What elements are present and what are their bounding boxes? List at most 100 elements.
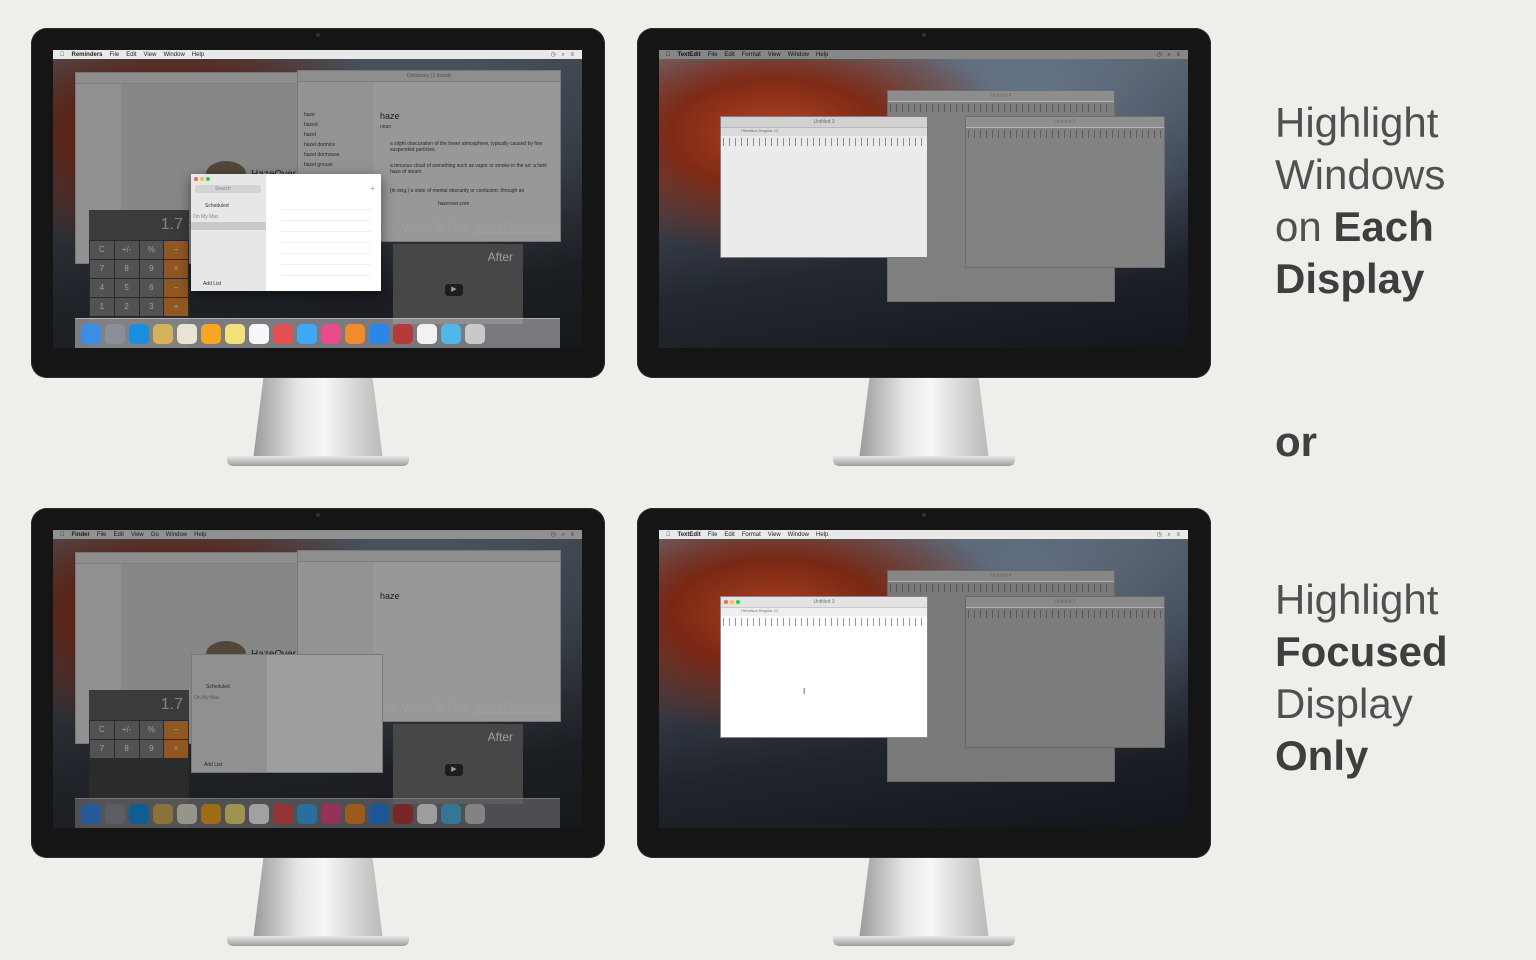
monitor-stand <box>253 378 383 460</box>
add-reminder-icon[interactable]: + <box>370 184 375 193</box>
monitor-bezel:  Finder File Edit View Go Window Help ◷… <box>31 508 605 858</box>
zoom-button[interactable] <box>206 177 210 181</box>
status-icons[interactable]: ◷ ⌕ ≡ <box>1157 531 1182 539</box>
close-button[interactable] <box>724 600 728 604</box>
status-icons[interactable]: ◷ ⌕ ≡ <box>551 51 576 59</box>
monitor-bezel:  TextEdit File Edit Format View Window … <box>637 28 1211 378</box>
menu-format[interactable]: Format <box>742 532 761 538</box>
caption-line: on Each <box>1275 201 1445 253</box>
menu-bar:  TextEdit File Edit Format View Window … <box>659 530 1188 539</box>
apple-menu-icon[interactable]:  <box>60 52 65 58</box>
menu-app-name[interactable]: Reminders <box>72 52 103 58</box>
camera-icon <box>316 513 320 517</box>
window-controls[interactable] <box>724 600 740 604</box>
close-button[interactable] <box>194 177 198 181</box>
monitor-stand <box>859 858 989 940</box>
search-input[interactable]: Search <box>195 185 261 193</box>
camera-icon <box>922 33 926 37</box>
monitor-foot <box>227 936 409 946</box>
caption-text: on <box>1275 203 1334 250</box>
list-selected[interactable] <box>191 222 266 230</box>
trash-icon[interactable] <box>465 323 485 344</box>
monitor-foot <box>833 456 1015 466</box>
format-bar[interactable]: Helvetica Regular 12 <box>721 608 927 616</box>
photos-icon[interactable] <box>201 323 221 344</box>
camera-icon <box>922 513 926 517</box>
notes-icon[interactable] <box>225 323 245 344</box>
minimize-button[interactable] <box>200 177 204 181</box>
menu-file[interactable]: File <box>110 52 120 58</box>
monitor-stand <box>859 378 989 460</box>
caption-or: or <box>1275 418 1317 465</box>
caption-line: Focused <box>1275 626 1448 678</box>
search-placeholder: Search <box>215 186 231 192</box>
dictionary-icon[interactable] <box>393 323 413 344</box>
monitor-foot <box>227 456 409 466</box>
screen:  Reminders File Edit View Window Help ◷… <box>53 50 582 348</box>
size-select[interactable]: 12 <box>774 608 778 613</box>
menu-bar:  Reminders File Edit View Window Help ◷… <box>53 50 582 59</box>
finder-icon[interactable] <box>81 323 101 344</box>
dock-haze <box>75 798 560 828</box>
menu-help[interactable]: Help <box>192 52 204 58</box>
caption-line: Display <box>1275 253 1445 305</box>
zoom-button[interactable] <box>736 600 740 604</box>
menu-help[interactable]: Help <box>816 532 828 538</box>
ibooks-icon[interactable] <box>345 323 365 344</box>
reminders-window[interactable]: Search Scheduled On My Mac Add List + <box>191 174 381 291</box>
mail-icon[interactable] <box>153 323 173 344</box>
itunes-icon[interactable] <box>321 323 341 344</box>
caption-line: Highlight <box>1275 99 1439 146</box>
monitor-stand <box>253 858 383 940</box>
font-select[interactable]: Helvetica <box>741 608 757 613</box>
reminders-section: On My Mac <box>193 214 219 220</box>
apple-menu-icon[interactable]:  <box>666 532 671 538</box>
add-list-button[interactable]: Add List <box>203 281 221 287</box>
reminders-scheduled[interactable]: Scheduled <box>205 203 229 209</box>
contacts-icon[interactable] <box>177 323 197 344</box>
haze-overlay <box>659 59 1188 348</box>
menu-edit[interactable]: Edit <box>126 52 136 58</box>
monitor-bezel:  Reminders File Edit View Window Help ◷… <box>31 28 605 378</box>
menu-view[interactable]: View <box>768 532 781 538</box>
menu-file[interactable]: File <box>708 532 718 538</box>
caption-bold: Each <box>1333 203 1434 250</box>
camera-icon <box>316 33 320 37</box>
menu-view[interactable]: View <box>144 52 157 58</box>
reminders-icon[interactable] <box>249 323 269 344</box>
minimize-button[interactable] <box>730 600 734 604</box>
window-controls[interactable] <box>194 177 210 181</box>
messages-icon[interactable] <box>297 323 317 344</box>
screen:  TextEdit File Edit Format View Window … <box>659 50 1188 348</box>
caption-line: Only <box>1275 730 1448 782</box>
caption-bold: Display <box>1275 255 1425 302</box>
menu-edit[interactable]: Edit <box>724 532 734 538</box>
text-cursor-icon: I <box>803 687 806 696</box>
app-store-icon[interactable] <box>369 323 389 344</box>
caption-line: Display <box>1275 680 1413 727</box>
caption-bold: Focused <box>1275 628 1448 675</box>
menu-app-name[interactable]: TextEdit <box>678 532 701 538</box>
caption-bold: Only <box>1275 732 1369 779</box>
monitor-foot <box>833 936 1015 946</box>
reminders-sidebar: Search Scheduled On My Mac Add List <box>191 174 266 291</box>
menu-window[interactable]: Window <box>163 52 184 58</box>
launchpad-icon[interactable] <box>105 323 125 344</box>
menu-window[interactable]: Window <box>788 532 809 538</box>
window-titlebar[interactable]: Untitled 3 <box>721 597 927 608</box>
textedit-window-front[interactable]: Untitled 3 Helvetica Regular 12 I <box>720 596 928 738</box>
textedit-icon[interactable] <box>417 323 437 344</box>
screen: Untitled 4 Untitled 2  TextEdit File Ed… <box>659 530 1188 828</box>
reminders-list[interactable] <box>281 199 371 276</box>
caption-line: Highlight <box>1275 576 1439 623</box>
haze-overlay <box>53 530 582 828</box>
menu-haze <box>659 50 1188 59</box>
calendar-icon[interactable] <box>273 323 293 344</box>
ruler <box>723 618 925 626</box>
caption-line: Windows <box>1275 151 1446 198</box>
dock <box>75 318 560 348</box>
caption-top: Highlight Windows on Each Display <box>1275 97 1445 305</box>
folder-icon[interactable] <box>441 323 461 344</box>
safari-icon[interactable] <box>129 323 149 344</box>
style-select[interactable]: Regular <box>759 608 773 613</box>
